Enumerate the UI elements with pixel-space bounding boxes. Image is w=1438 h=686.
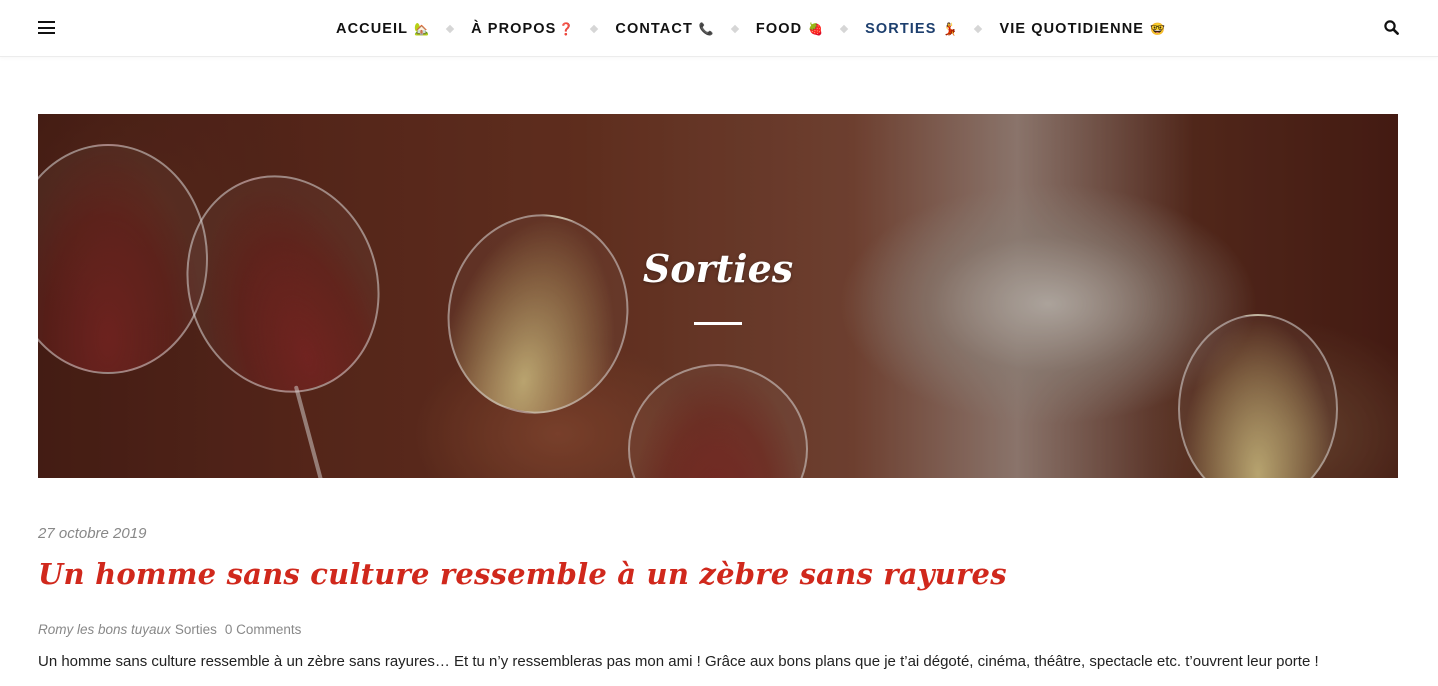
nerd-face-emoji-icon: 🤓: [1150, 21, 1165, 36]
nav-item-food[interactable]: FOOD 🍓: [756, 21, 823, 37]
nav-item-label: À PROPOS: [471, 20, 557, 37]
post-meta: Romy les bons tuyaux Sorties 0 Comments: [38, 622, 301, 637]
nav-separator: [730, 24, 740, 33]
category-hero-banner: Sorties: [38, 114, 1398, 478]
top-navigation-bar: ACCUEIL 🏡 À PROPOS ❓ CONTACT 📞 FOOD 🍓 SO…: [0, 0, 1438, 57]
post-category-link[interactable]: Sorties: [175, 622, 217, 637]
nav-separator: [974, 24, 983, 33]
nav-item-label: ACCUEIL: [336, 20, 409, 37]
telephone-emoji-icon: 📞: [698, 21, 714, 36]
post-excerpt: Un homme sans culture ressemble à un zèb…: [38, 653, 1319, 670]
title-underline: [694, 322, 742, 325]
nav-item-label: SORTIES: [865, 20, 937, 37]
house-emoji-icon: 🏡: [414, 21, 430, 36]
post-title-link[interactable]: Un homme sans culture ressemble à un zèb…: [38, 557, 1398, 591]
post-date: 27 octobre 2019: [38, 525, 147, 542]
nav-separator: [445, 24, 455, 33]
nav-separator: [839, 24, 849, 33]
post-comments-link[interactable]: 0 Comments: [225, 622, 302, 637]
nav-separator: [590, 24, 599, 33]
post-author-link[interactable]: Romy les bons tuyaux: [38, 622, 171, 637]
main-menu: ACCUEIL 🏡 À PROPOS ❓ CONTACT 📞 FOOD 🍓 SO…: [336, 0, 1165, 57]
hamburger-menu-icon[interactable]: [38, 21, 55, 34]
nav-item-a-propos[interactable]: À PROPOS ❓: [471, 21, 573, 37]
nav-item-label: FOOD: [755, 20, 803, 37]
nav-item-vie-quotidienne[interactable]: VIE QUOTIDIENNE 🤓: [999, 21, 1165, 37]
strawberry-emoji-icon: 🍓: [808, 21, 824, 36]
category-title: Sorties: [642, 246, 794, 291]
question-mark-emoji-icon: ❓: [558, 21, 574, 36]
nav-item-label: VIE QUOTIDIENNE: [999, 20, 1145, 37]
nav-item-contact[interactable]: CONTACT 📞: [615, 21, 713, 37]
nav-item-sorties[interactable]: SORTIES 💃: [865, 21, 957, 37]
hero-overlay: [38, 114, 1398, 478]
search-icon[interactable]: [1384, 20, 1399, 35]
nav-item-label: CONTACT: [615, 20, 693, 37]
nav-item-accueil[interactable]: ACCUEIL 🏡: [336, 21, 429, 37]
dancer-emoji-icon: 💃: [942, 21, 958, 36]
